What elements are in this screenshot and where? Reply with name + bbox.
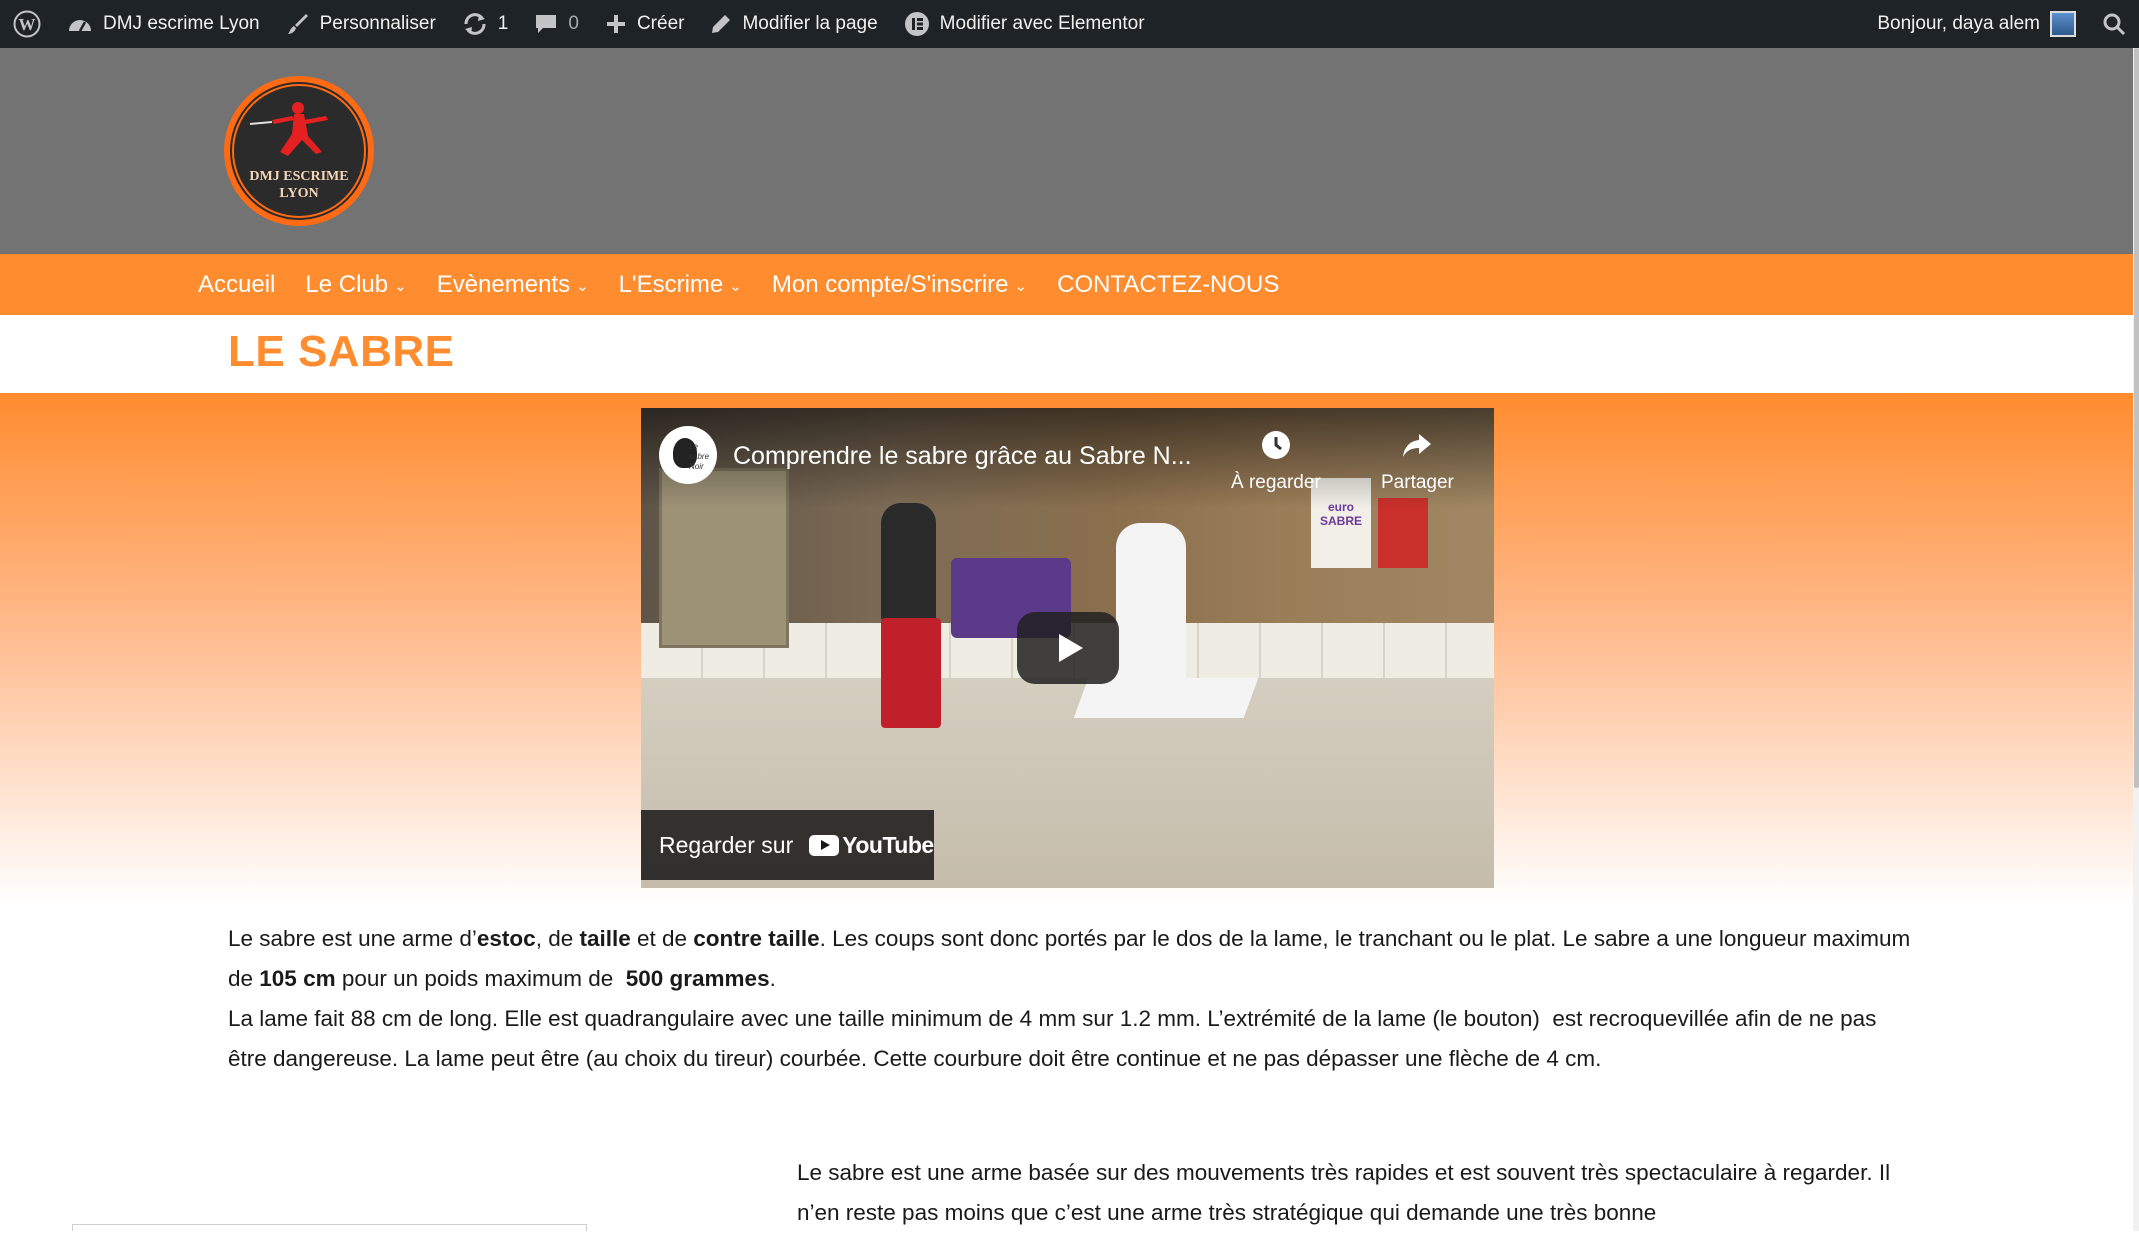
youtube-video-embed[interactable]: euro SABRE Le sabre Noir Comprendre le s…: [641, 408, 1494, 888]
pencil-icon: [710, 13, 732, 35]
watch-on-youtube-button[interactable]: Regarder sur YouTube: [641, 810, 934, 880]
bold-term: 105 cm: [259, 966, 336, 991]
comments-link[interactable]: 0: [521, 0, 592, 48]
youtube-logo-icon: YouTube: [809, 831, 934, 859]
video-thumbnail-fencer: [1116, 523, 1186, 683]
admin-search[interactable]: [2089, 0, 2139, 48]
comments-count: 0: [568, 13, 579, 34]
bold-term: estoc: [476, 926, 536, 951]
chevron-down-icon: ⌄: [1014, 277, 1028, 295]
nav-label: Accueil: [198, 270, 276, 298]
watch-later-label: À regarder: [1231, 472, 1321, 493]
play-icon: [1059, 634, 1083, 662]
customize-link[interactable]: Personnaliser: [273, 0, 449, 48]
article-paragraph-2: La lame fait 88 cm de long. Elle est qua…: [228, 1006, 1883, 1071]
clock-icon: [1259, 431, 1293, 467]
nav-item-contact[interactable]: CONTACTEZ-NOUS: [1057, 271, 1279, 299]
refresh-icon: [462, 12, 488, 36]
bold-term: 500 grammes: [625, 966, 770, 991]
bottom-widget-edge: [72, 1224, 587, 1231]
nav-item-accueil[interactable]: Accueil: [198, 271, 275, 299]
share-arrow-icon: [1400, 434, 1434, 467]
chevron-down-icon: ⌄: [729, 277, 742, 295]
text-run: pour un poids maximum de: [335, 966, 626, 991]
nav-label: Mon compte/S'inscrire: [771, 270, 1009, 298]
brush-icon: [286, 12, 310, 36]
share-button[interactable]: Partager: [1381, 428, 1454, 494]
play-button[interactable]: [1017, 612, 1119, 684]
updates-count: 1: [497, 13, 509, 34]
text-run: .: [769, 966, 776, 991]
nav-item-escrime[interactable]: L'Escrime ⌄: [619, 271, 742, 299]
watch-later-button[interactable]: À regarder: [1231, 428, 1321, 494]
video-title[interactable]: Comprendre le sabre grâce au Sabre N...: [733, 442, 1192, 471]
text-run: , de: [535, 926, 580, 951]
nav-label: Evènements: [436, 270, 571, 298]
avatar: [2050, 11, 2076, 37]
nav-item-le-club[interactable]: Le Club ⌄: [305, 271, 406, 299]
channel-avatar[interactable]: Le sabre Noir: [659, 426, 717, 484]
edit-page-link[interactable]: Modifier la page: [697, 0, 890, 48]
video-thumbnail-poster: [1378, 498, 1428, 568]
nav-label: CONTACTEZ-NOUS: [1057, 270, 1280, 298]
main-navigation: Accueil Le Club ⌄ Evènements ⌄ L'Escrime ⌄ …: [0, 254, 2133, 315]
video-thumbnail-fencer: [881, 503, 936, 623]
site-name-menu[interactable]: DMJ escrime Lyon: [54, 0, 273, 48]
article-paragraph-1: Le sabre est une arme d’estoc, de taille…: [228, 919, 1918, 999]
logo-line1: DMJ ESCRIME: [249, 169, 348, 184]
search-icon: [2102, 12, 2126, 36]
article-body: Le sabre est une arme d’estoc, de taille…: [228, 919, 1918, 1079]
bold-term: contre taille: [693, 926, 820, 951]
text-run: Le sabre est une arme d’: [228, 926, 477, 951]
logo-line2: LYON: [279, 186, 318, 201]
page-scrollbar-thumb[interactable]: [2134, 48, 2139, 788]
dashboard-icon: [67, 13, 93, 35]
comment-bubble-icon: [534, 12, 558, 36]
new-content-menu[interactable]: Créer: [592, 0, 698, 48]
video-thumbnail-fencer: [1073, 678, 1259, 718]
site-logo[interactable]: DMJ ESCRIME LYON: [222, 74, 376, 228]
nav-label: Le Club: [305, 270, 389, 298]
article-paragraph-3: Le sabre est une arme basée sur des mouv…: [797, 1160, 1891, 1225]
nav-label: L'Escrime: [618, 270, 724, 298]
nav-item-evenements[interactable]: Evènements ⌄: [437, 271, 589, 299]
svg-text:W: W: [19, 15, 36, 34]
page-title: LE SABRE: [228, 327, 455, 376]
chevron-down-icon: ⌄: [394, 277, 407, 295]
updates-link[interactable]: 1: [449, 0, 522, 48]
article-section-2: Le sabre est une arme basée sur des mouv…: [797, 1153, 1907, 1233]
wordpress-menu[interactable]: W: [0, 0, 54, 48]
share-label: Partager: [1381, 472, 1454, 493]
site-name-label: DMJ escrime Lyon: [103, 13, 260, 34]
admin-bar: W DMJ escrime Lyon Personnaliser 1 0 Cré…: [0, 0, 2139, 48]
wordpress-logo-icon: W: [13, 10, 41, 38]
plus-icon: [605, 13, 627, 35]
chevron-down-icon: ⌄: [576, 277, 589, 295]
bold-term: taille: [579, 926, 631, 951]
nav-item-mon-compte[interactable]: Mon compte/S'inscrire ⌄: [772, 271, 1027, 299]
customize-label: Personnaliser: [319, 13, 436, 34]
edit-elementor-link[interactable]: Modifier avec Elementor: [891, 0, 1158, 48]
account-menu[interactable]: Bonjour, daya alem: [1864, 0, 2089, 48]
edit-elementor-label: Modifier avec Elementor: [939, 13, 1145, 34]
text-run: et de: [630, 926, 694, 951]
edit-page-label: Modifier la page: [742, 13, 878, 34]
watch-on-label: Regarder sur: [659, 831, 794, 858]
youtube-wordmark: YouTube: [842, 831, 934, 858]
elementor-icon: [904, 11, 930, 37]
new-label: Créer: [636, 13, 685, 34]
site-header: DMJ ESCRIME LYON: [0, 48, 2133, 254]
video-thumbnail-fencer: [881, 618, 941, 728]
greeting-label: Bonjour, daya alem: [1877, 13, 2040, 34]
channel-logo-text: Le sabre Noir: [689, 442, 710, 471]
